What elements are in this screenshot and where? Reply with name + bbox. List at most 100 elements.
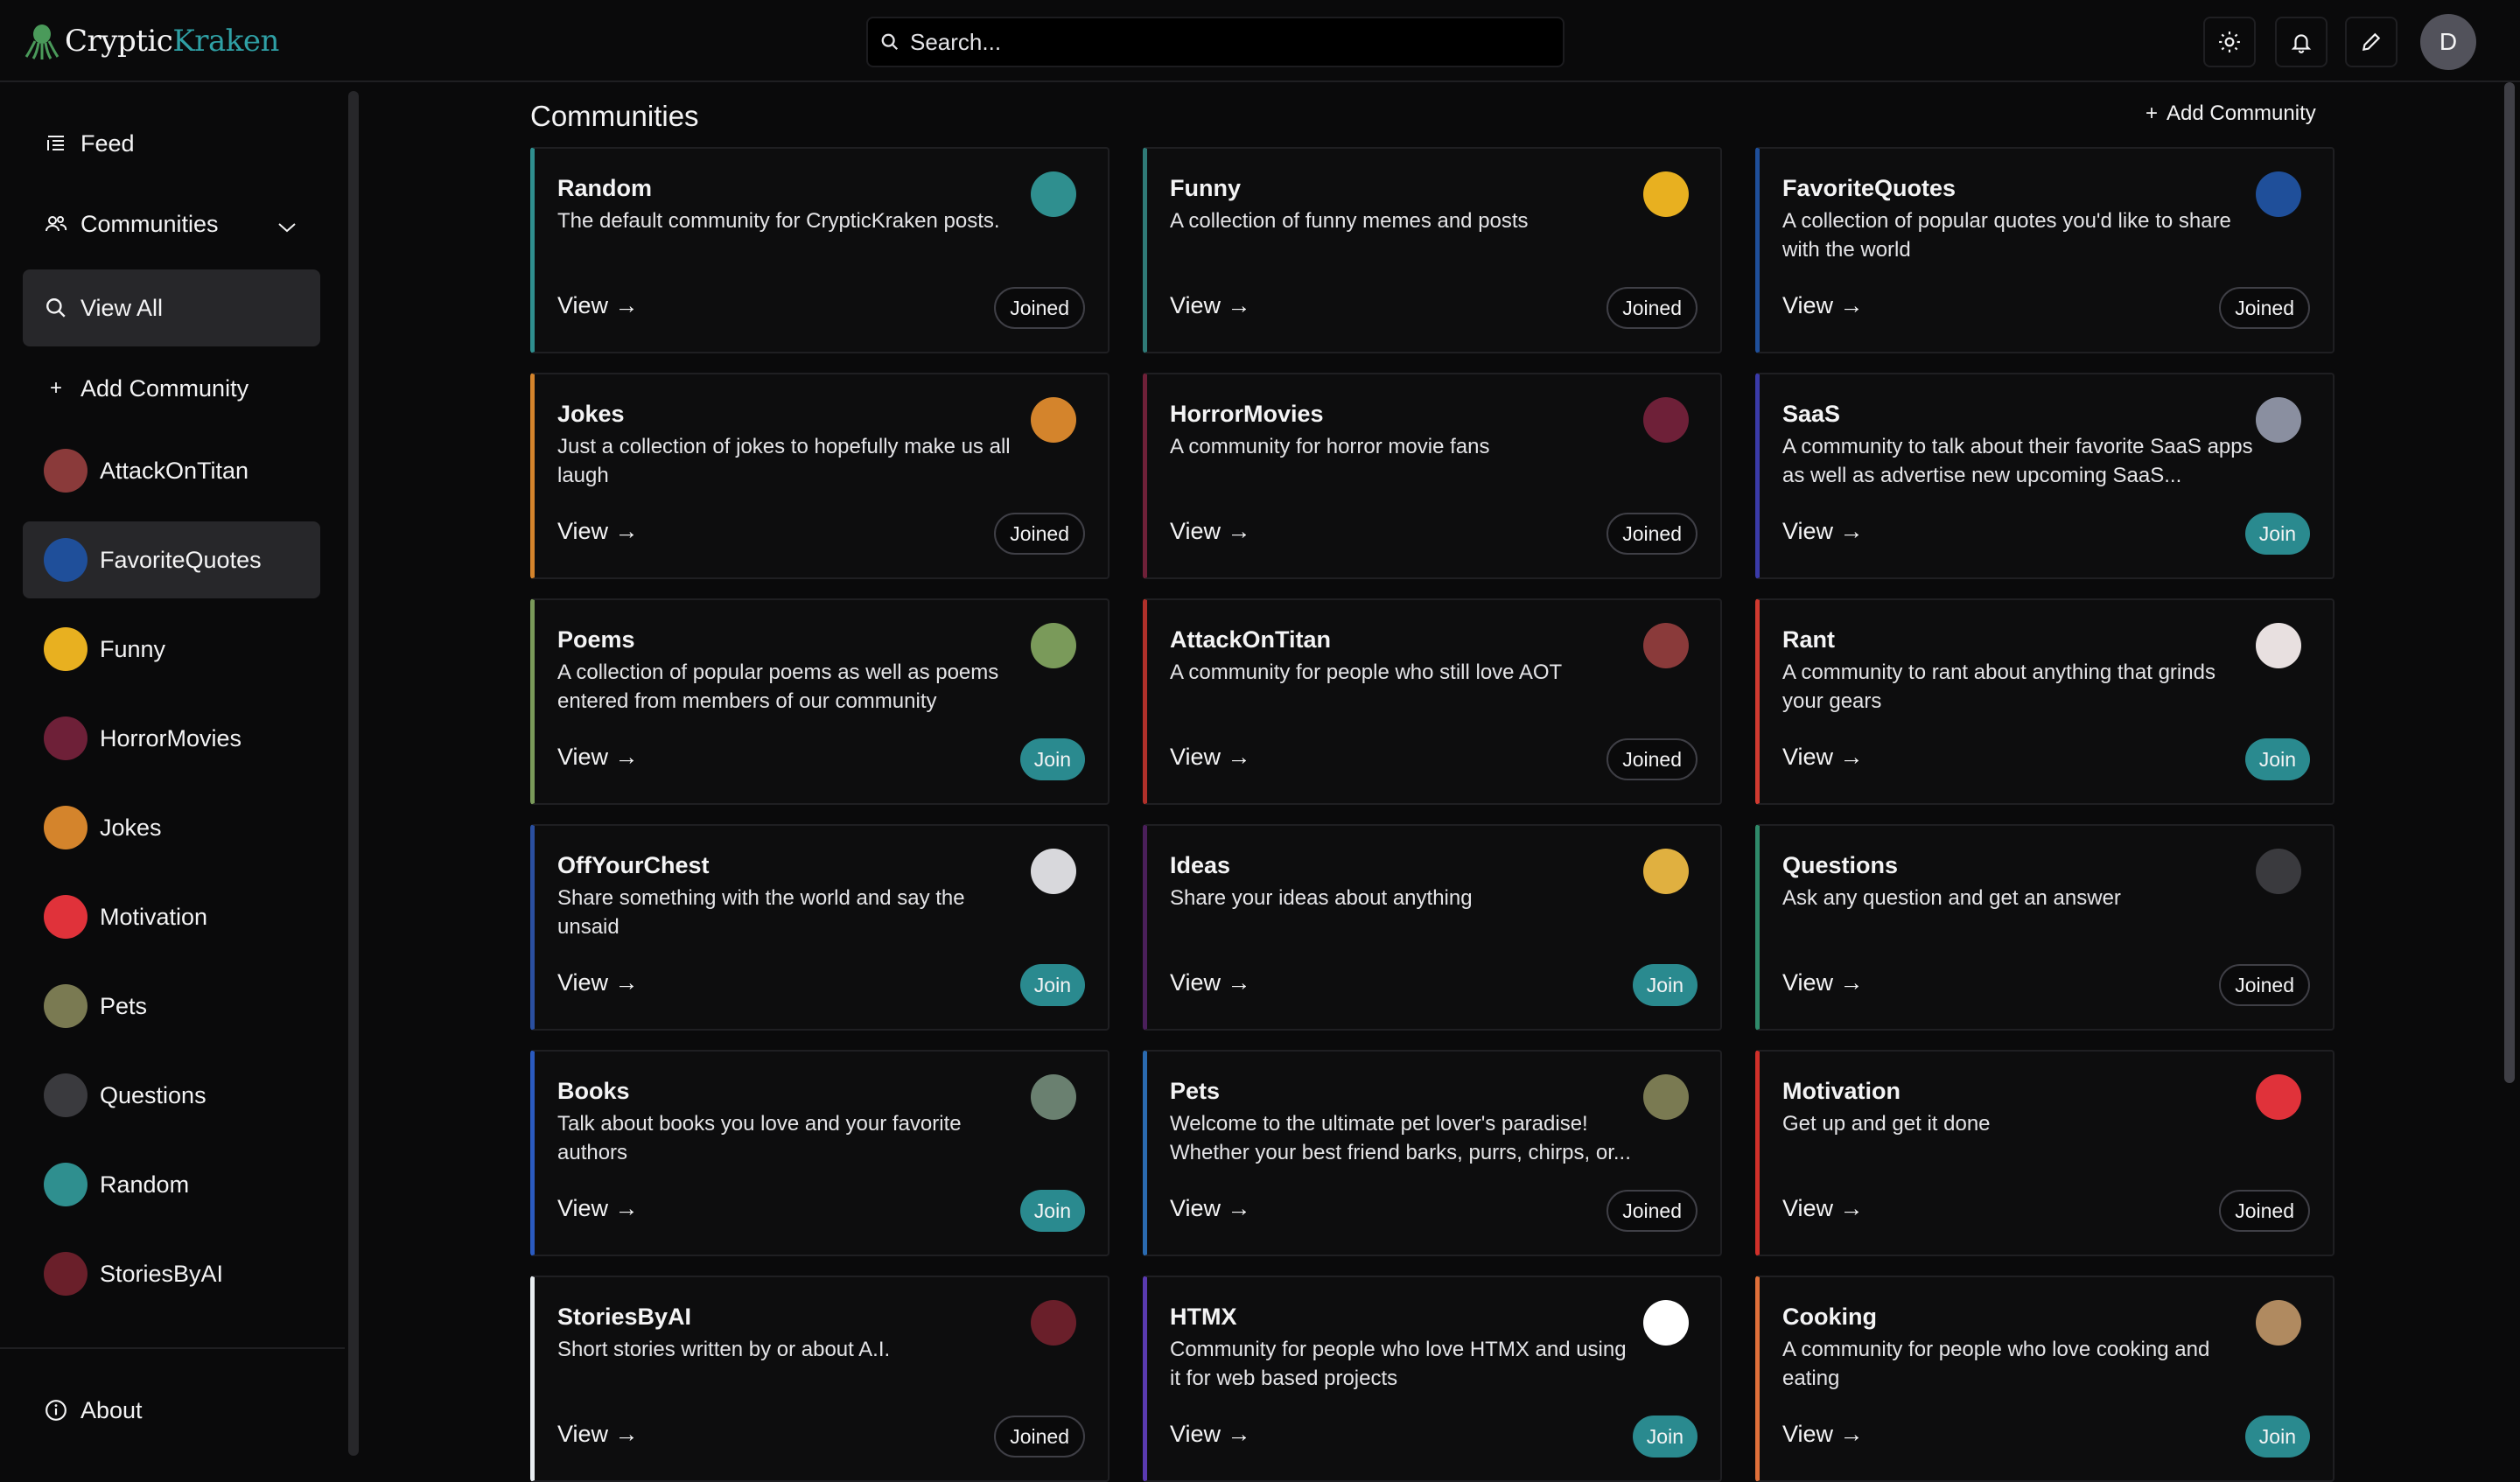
view-community-link[interactable]: View →	[1782, 744, 1864, 771]
logo[interactable]: CrypticKraken	[24, 19, 279, 63]
view-community-link[interactable]: View →	[557, 518, 639, 545]
community-card[interactable]: Funny A collection of funny memes and pos…	[1143, 147, 1722, 353]
joined-button[interactable]: Joined	[2219, 287, 2310, 329]
community-card[interactable]: FavoriteQuotes A collection of popular qu…	[1755, 147, 2334, 353]
community-card[interactable]: Ideas Share your ideas about anything View…	[1143, 824, 1722, 1031]
sidebar-community-label: HorrorMovies	[100, 724, 242, 751]
join-button[interactable]: Join	[1632, 964, 1698, 1006]
community-description: Share your ideas about anything	[1170, 886, 1473, 910]
sidebar-item-feed[interactable]: Feed	[23, 105, 320, 182]
joined-button[interactable]: Joined	[2219, 1190, 2310, 1232]
community-card[interactable]: StoriesByAI Short stories written by or a…	[530, 1276, 1110, 1482]
joined-button[interactable]: Joined	[994, 513, 1085, 555]
view-community-link[interactable]: View →	[1782, 518, 1864, 545]
view-community-link[interactable]: View →	[1782, 1195, 1864, 1222]
community-avatar	[1643, 849, 1689, 894]
join-button[interactable]: Join	[1019, 964, 1085, 1006]
community-avatar	[44, 984, 88, 1028]
community-card[interactable]: Rant A community to rant about anything t…	[1755, 598, 2334, 805]
sidebar-community-item[interactable]: FavoriteQuotes	[23, 521, 320, 598]
page-title: Communities	[530, 100, 699, 132]
add-community-button[interactable]: + Add Community	[2146, 101, 2316, 126]
community-card[interactable]: Cooking A community for people who love c…	[1755, 1276, 2334, 1482]
join-button[interactable]: Join	[2244, 738, 2310, 780]
join-button[interactable]: Join	[1019, 738, 1085, 780]
sidebar-community-item[interactable]: StoriesByAI	[23, 1235, 320, 1312]
sidebar-community-item[interactable]: Questions	[23, 1057, 320, 1134]
sidebar-community-item[interactable]: Motivation	[23, 878, 320, 955]
create-post-button[interactable]	[2345, 17, 2398, 67]
community-description: A community to rant about anything that …	[1782, 661, 2216, 713]
sidebar-add-community[interactable]: + Add Community	[23, 350, 320, 427]
sidebar-scrollbar[interactable]	[348, 91, 359, 1456]
community-card[interactable]: Jokes Just a collection of jokes to hopef…	[530, 373, 1110, 579]
search-input[interactable]	[908, 27, 1524, 57]
logo-text-cryptic: Cryptic	[65, 24, 173, 59]
list-icon	[44, 131, 68, 156]
view-community-link[interactable]: View →	[1782, 969, 1864, 996]
sidebar-item-about[interactable]: About	[23, 1372, 320, 1449]
community-avatar	[2256, 397, 2301, 443]
sidebar-item-view-all[interactable]: View All	[23, 269, 320, 346]
view-community-link[interactable]: View →	[557, 1421, 639, 1448]
sidebar-item-label: Communities	[80, 210, 219, 237]
join-button[interactable]: Join	[1632, 1416, 1698, 1458]
community-description: A collection of popular quotes you'd lik…	[1782, 209, 2231, 262]
sidebar-communities-toggle[interactable]: Communities	[23, 185, 320, 262]
theme-toggle-button[interactable]	[2203, 17, 2256, 67]
search-bar[interactable]	[866, 17, 1564, 67]
community-card[interactable]: Books Talk about books you love and your …	[530, 1050, 1110, 1256]
view-community-link[interactable]: View →	[1170, 969, 1251, 996]
search-icon	[44, 296, 68, 320]
community-avatar	[1643, 1300, 1689, 1346]
community-card[interactable]: SaaS A community to talk about their favo…	[1755, 373, 2334, 579]
view-community-link[interactable]: View →	[557, 1195, 639, 1222]
joined-button[interactable]: Joined	[1606, 513, 1698, 555]
community-card[interactable]: HTMX Community for people who love HTMX a…	[1143, 1276, 1722, 1482]
community-description: Share something with the world and say t…	[557, 886, 965, 939]
user-avatar-button[interactable]: D	[2420, 14, 2476, 70]
joined-button[interactable]: Joined	[994, 287, 1085, 329]
plus-icon: +	[49, 376, 62, 400]
community-card[interactable]: Pets Welcome to the ultimate pet lover's …	[1143, 1050, 1722, 1256]
community-card[interactable]: Random The default community for CrypticK…	[530, 147, 1110, 353]
sidebar-community-item[interactable]: Jokes	[23, 789, 320, 866]
joined-button[interactable]: Joined	[1606, 287, 1698, 329]
notifications-button[interactable]	[2275, 17, 2328, 67]
community-name: Rant	[1782, 626, 1835, 653]
sidebar-community-item[interactable]: HorrorMovies	[23, 700, 320, 777]
view-community-link[interactable]: View →	[557, 744, 639, 771]
community-card[interactable]: Motivation Get up and get it done View → Jo…	[1755, 1050, 2334, 1256]
sun-icon	[2219, 31, 2240, 52]
sidebar-community-item[interactable]: AttackOnTitan	[23, 432, 320, 509]
joined-button[interactable]: Joined	[2219, 964, 2310, 1006]
joined-button[interactable]: Joined	[994, 1416, 1085, 1458]
view-community-link[interactable]: View →	[557, 292, 639, 319]
sidebar-community-item[interactable]: Pets	[23, 968, 320, 1045]
view-community-link[interactable]: View →	[1170, 292, 1251, 319]
community-card[interactable]: Questions Ask any question and get an ans…	[1755, 824, 2334, 1031]
view-community-link[interactable]: View →	[1170, 518, 1251, 545]
community-name: Cooking	[1782, 1304, 1877, 1330]
main-scrollbar[interactable]	[2504, 82, 2515, 1083]
view-community-link[interactable]: View →	[557, 969, 639, 996]
view-community-link[interactable]: View →	[1782, 292, 1864, 319]
community-card[interactable]: HorrorMovies A community for horror movie…	[1143, 373, 1722, 579]
community-card[interactable]: AttackOnTitan A community for people who …	[1143, 598, 1722, 805]
community-card[interactable]: Poems A collection of popular poems as we…	[530, 598, 1110, 805]
view-community-link[interactable]: View →	[1782, 1421, 1864, 1448]
view-community-link[interactable]: View →	[1170, 1195, 1251, 1222]
community-avatar	[1031, 849, 1076, 894]
joined-button[interactable]: Joined	[1606, 1190, 1698, 1232]
community-name: AttackOnTitan	[1170, 626, 1332, 653]
join-button[interactable]: Join	[1019, 1190, 1085, 1232]
sidebar-community-item[interactable]: Random	[23, 1146, 320, 1223]
join-button[interactable]: Join	[2244, 513, 2310, 555]
joined-button[interactable]: Joined	[1606, 738, 1698, 780]
view-community-link[interactable]: View →	[1170, 1421, 1251, 1448]
join-button[interactable]: Join	[2244, 1416, 2310, 1458]
sidebar-community-item[interactable]: Funny	[23, 611, 320, 688]
view-community-link[interactable]: View →	[1170, 744, 1251, 771]
community-card[interactable]: OffYourChest Share something with the wor…	[530, 824, 1110, 1031]
community-avatar	[44, 538, 88, 582]
